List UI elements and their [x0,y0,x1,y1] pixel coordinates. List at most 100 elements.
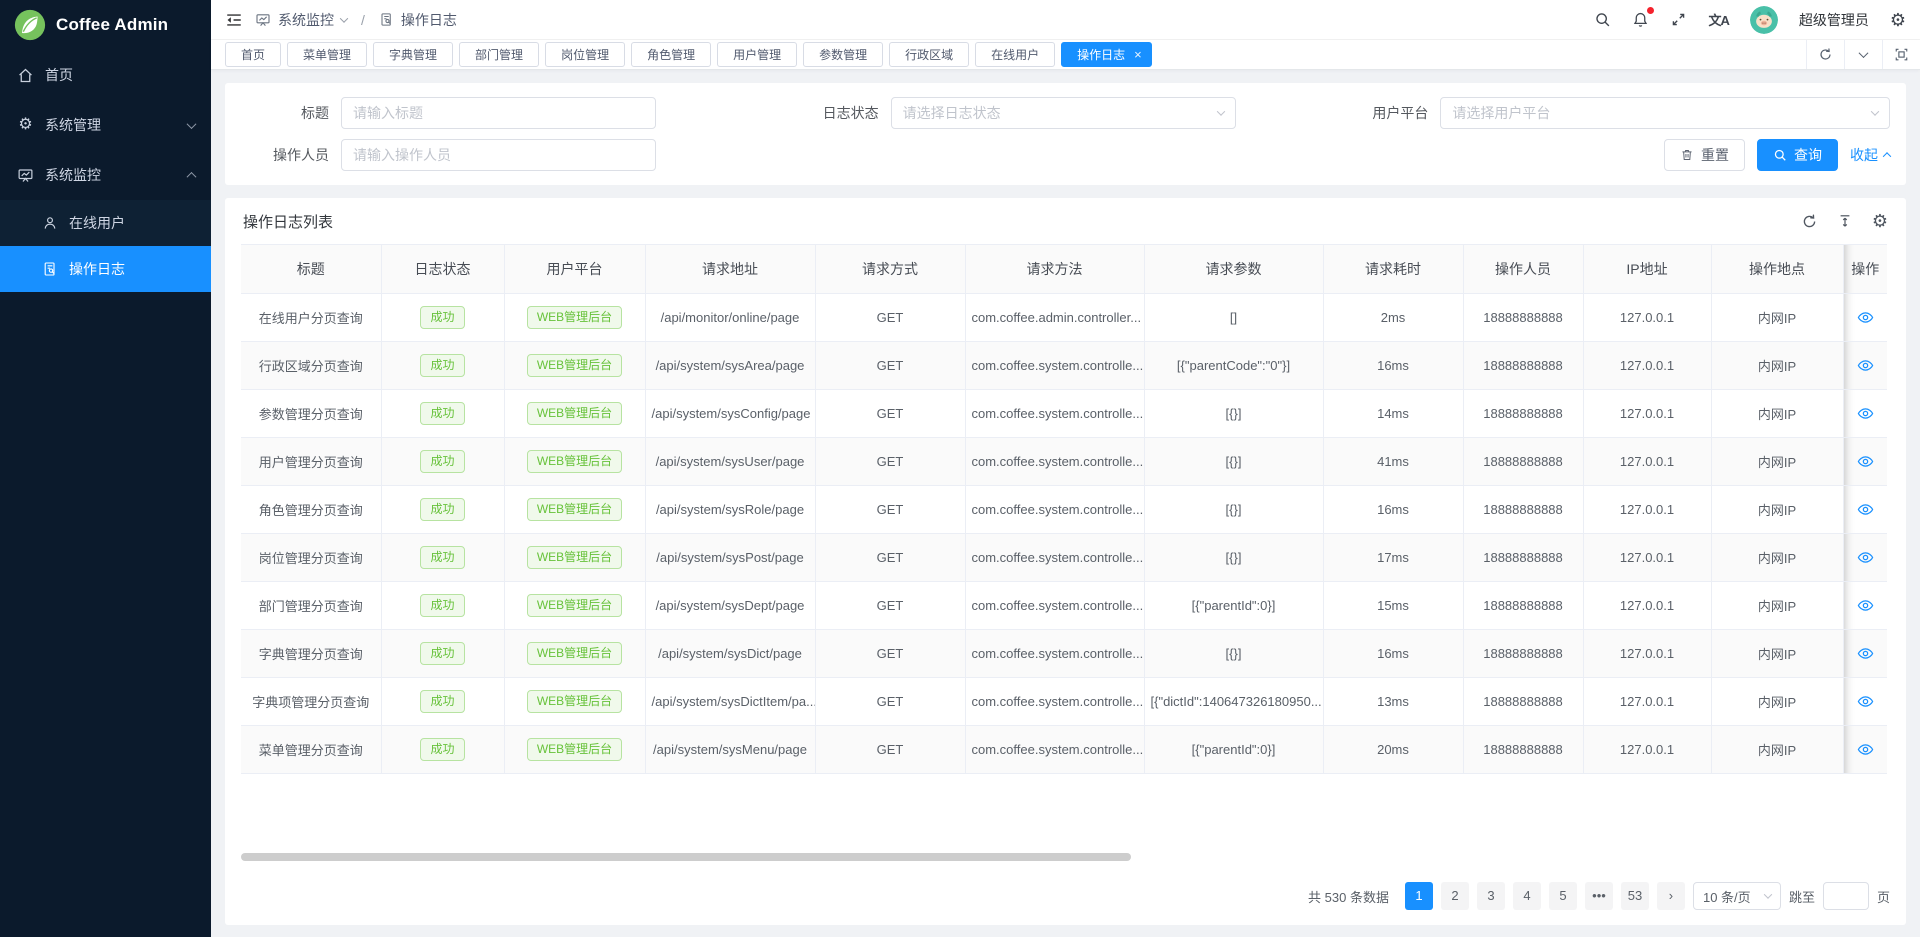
sidebar-item-operation-log[interactable]: 操作日志 [0,246,211,292]
tab-7[interactable]: 用户管理 [717,42,797,67]
horizontal-scrollbar-thumb[interactable] [241,853,1131,861]
log-document-icon [40,261,59,277]
notification-bell-icon[interactable] [1632,11,1649,28]
platform-tag: WEB管理后台 [527,450,622,473]
cell-platform: WEB管理后台 [504,678,645,726]
column-header: 操作人员 [1463,245,1583,294]
cell-duration: 16ms [1323,342,1463,390]
tab-6[interactable]: 角色管理 [631,42,711,67]
tab-10[interactable]: 在线用户 [975,42,1055,67]
view-detail-icon[interactable] [1857,645,1874,662]
cell-ip: 127.0.0.1 [1583,390,1711,438]
page-size-select[interactable]: 10 条/页 [1693,882,1781,910]
row-density-icon[interactable] [1837,213,1853,229]
avatar[interactable] [1750,6,1778,34]
view-detail-icon[interactable] [1857,453,1874,470]
view-detail-icon[interactable] [1857,741,1874,758]
status-label: 日志状态 [791,103,891,123]
sidebar-item-home[interactable]: 首页 [0,50,211,100]
tab-11[interactable]: 操作日志× [1061,42,1152,67]
tab-4[interactable]: 部门管理 [459,42,539,67]
cell-url: /api/system/sysMenu/page [645,726,815,774]
cell-url: /api/system/sysPost/page [645,534,815,582]
chevron-down-icon[interactable] [1844,40,1882,69]
cell-duration: 41ms [1323,438,1463,486]
refresh-icon[interactable] [1801,213,1818,230]
page-button-53[interactable]: 53 [1621,882,1649,910]
operator-input[interactable] [341,139,656,171]
tab-label: 首页 [241,46,265,63]
sidebar-item-system-monitor[interactable]: 系统监控 [0,150,211,200]
page-button-3[interactable]: 3 [1477,882,1505,910]
breadcrumb-page: 操作日志 [379,10,457,30]
gear-icon: ⚙ [16,117,35,133]
tab-label: 在线用户 [991,46,1039,63]
fullscreen-icon[interactable] [1670,11,1687,28]
sidebar-item-online-users[interactable]: 在线用户 [0,200,211,246]
filter-field-status: 日志状态 请选择日志状态 [791,97,1341,129]
view-detail-icon[interactable] [1857,693,1874,710]
search-icon[interactable] [1594,11,1611,28]
table-row: 字典管理分页查询成功WEB管理后台/api/system/sysDict/pag… [241,630,1887,678]
page-button-5[interactable]: 5 [1549,882,1577,910]
title-input[interactable] [341,97,656,129]
cell-title: 角色管理分页查询 [241,486,381,534]
more-pages-button[interactable]: ••• [1585,882,1613,910]
tab-3[interactable]: 字典管理 [373,42,453,67]
view-detail-icon[interactable] [1857,597,1874,614]
reset-button[interactable]: 重置 [1664,139,1745,171]
refresh-icon[interactable] [1806,40,1844,69]
cell-url: /api/system/sysDict/page [645,630,815,678]
tab-2[interactable]: 菜单管理 [287,42,367,67]
cell-handler: com.coffee.system.controlle... [965,342,1144,390]
tab-close-icon[interactable]: × [1134,48,1142,61]
title-label: 标题 [241,103,341,123]
tab-9[interactable]: 行政区域 [889,42,969,67]
column-header: IP地址 [1583,245,1711,294]
cell-status: 成功 [381,294,504,342]
breadcrumb-separator: / [361,12,365,28]
query-button[interactable]: 查询 [1757,139,1838,171]
cell-url: /api/system/sysRole/page [645,486,815,534]
cell-ip: 127.0.0.1 [1583,486,1711,534]
page-button-4[interactable]: 4 [1513,882,1541,910]
monitor-icon [16,167,35,184]
table-row: 字典项管理分页查询成功WEB管理后台/api/system/sysDictIte… [241,678,1887,726]
cell-actions [1843,630,1887,678]
page-button-1[interactable]: 1 [1405,882,1433,910]
cell-status: 成功 [381,438,504,486]
cell-handler: com.coffee.system.controlle... [965,582,1144,630]
language-switch-icon[interactable]: 文A [1708,10,1728,29]
page-button-2[interactable]: 2 [1441,882,1469,910]
tab-5[interactable]: 岗位管理 [545,42,625,67]
next-page-button[interactable]: › [1657,882,1685,910]
view-detail-icon[interactable] [1857,501,1874,518]
platform-tag: WEB管理后台 [527,546,622,569]
column-settings-gear-icon[interactable]: ⚙ [1872,212,1888,230]
cell-platform: WEB管理后台 [504,438,645,486]
tab-1[interactable]: 首页 [225,42,281,67]
jump-page-input[interactable] [1823,882,1869,910]
status-tag: 成功 [420,546,464,569]
status-select[interactable]: 请选择日志状态 [891,97,1236,129]
cell-location: 内网IP [1711,486,1843,534]
sidebar-item-label: 系统管理 [45,115,101,135]
view-detail-icon[interactable] [1857,309,1874,326]
collapse-link[interactable]: 收起 [1850,145,1890,165]
cell-title: 字典管理分页查询 [241,630,381,678]
cell-handler: com.coffee.system.controlle... [965,438,1144,486]
maximize-icon[interactable] [1882,40,1920,69]
settings-gear-icon[interactable]: ⚙ [1890,11,1906,29]
tab-8[interactable]: 参数管理 [803,42,883,67]
sidebar-collapse-icon[interactable] [225,11,243,29]
sidebar-submenu: 在线用户 操作日志 [0,200,211,292]
platform-select[interactable]: 请选择用户平台 [1440,97,1890,129]
view-detail-icon[interactable] [1857,549,1874,566]
cell-status: 成功 [381,534,504,582]
username[interactable]: 超级管理员 [1799,10,1869,30]
sidebar-item-system-mgmt[interactable]: ⚙ 系统管理 [0,100,211,150]
view-detail-icon[interactable] [1857,405,1874,422]
view-detail-icon[interactable] [1857,357,1874,374]
breadcrumb-section[interactable]: 系统监控 [255,10,347,30]
content: 标题 日志状态 请选择日志状态 用户平台 请选择用户平台 [211,70,1920,937]
